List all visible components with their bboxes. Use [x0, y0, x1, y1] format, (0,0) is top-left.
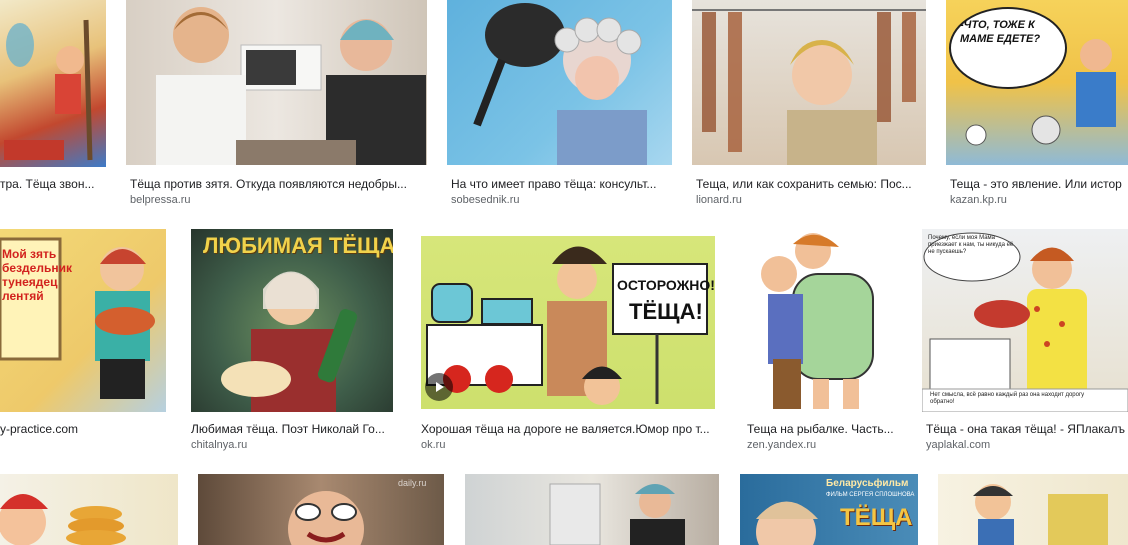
- result-card[interactable]: [0, 474, 178, 545]
- result-source[interactable]: y-practice.com: [0, 422, 166, 436]
- easel-text: Мой зять бездельник тунеядец лентяй: [2, 247, 72, 303]
- result-source[interactable]: belpressa.ru: [130, 194, 427, 207]
- result-card[interactable]: [465, 474, 719, 545]
- result-card[interactable]: На что имеет право тёща: консульт... sob…: [447, 0, 672, 210]
- studio-name: Беларусьфильм: [826, 478, 909, 489]
- image-results-grid: тра. Тёща звон... Тёща против зятя. Отку…: [0, 0, 1128, 545]
- warning-sign-line2: ТЁЩА!: [629, 299, 703, 324]
- result-thumbnail[interactable]: daily.ru: [198, 474, 444, 545]
- cartoon-bottom-text: Нет смысла, всё равно каждый раз она нах…: [930, 392, 1085, 405]
- result-thumbnail[interactable]: [743, 229, 897, 412]
- film-title: ТЁЩА: [840, 504, 913, 531]
- result-card[interactable]: -ЧТО, ТОЖЕ К МАМЕ ЕДЕТЕ? Теща - это явле…: [946, 0, 1128, 210]
- result-caption[interactable]: Хорошая тёща на дороге не валяется.Юмор …: [421, 422, 719, 436]
- result-source[interactable]: ok.ru: [421, 439, 719, 452]
- result-caption[interactable]: Теща - это явление. Или истор: [950, 177, 1128, 191]
- film-credit: ФИЛЬМ СЕРГЕЯ СПЛОШНОВА: [826, 492, 915, 498]
- result-source[interactable]: lionard.ru: [696, 194, 926, 207]
- result-card[interactable]: тра. Тёща звон...: [0, 0, 106, 210]
- result-thumbnail[interactable]: [126, 0, 427, 165]
- result-thumbnail[interactable]: [692, 0, 926, 165]
- result-card[interactable]: Теща на рыбалке. Часть... zen.yandex.ru: [743, 229, 897, 455]
- result-caption[interactable]: Теща на рыбалке. Часть...: [747, 422, 897, 436]
- result-thumbnail[interactable]: [447, 0, 672, 165]
- result-source[interactable]: sobesednik.ru: [451, 194, 672, 207]
- result-thumbnail[interactable]: Почему, если моя Мама приезжает к нам, т…: [922, 229, 1128, 412]
- result-thumbnail[interactable]: [938, 474, 1128, 545]
- result-thumbnail[interactable]: [0, 474, 178, 545]
- play-icon[interactable]: [425, 373, 453, 401]
- result-thumbnail[interactable]: Мой зять бездельник тунеядец лентяй: [0, 229, 166, 412]
- result-caption[interactable]: тра. Тёща звон...: [0, 177, 106, 191]
- image-title-text: ЛЮБИМАЯ ТЁЩА: [203, 233, 393, 258]
- result-source[interactable]: kazan.kp.ru: [950, 194, 1128, 207]
- result-card[interactable]: Беларусьфильм ФИЛЬМ СЕРГЕЯ СПЛОШНОВА ТЁЩ…: [740, 474, 918, 545]
- result-card[interactable]: ОСТОРОЖНО! ТЁЩА! Хорошая тёща на дороге …: [417, 229, 719, 455]
- result-card[interactable]: [938, 474, 1128, 545]
- result-caption[interactable]: На что имеет право тёща: консульт...: [451, 177, 672, 191]
- result-thumbnail[interactable]: -ЧТО, ТОЖЕ К МАМЕ ЕДЕТЕ?: [946, 0, 1128, 165]
- result-caption[interactable]: Тёща - она такая тёща! - ЯПлакалъ: [926, 422, 1128, 436]
- result-card[interactable]: Теща, или как сохранить семью: Пос... li…: [692, 0, 926, 210]
- result-card[interactable]: ЛЮБИМАЯ ТЁЩА Любимая тёща. Поэт Николай …: [191, 229, 393, 451]
- result-thumbnail[interactable]: [465, 474, 719, 545]
- speech-bubble-text: -ЧТО, ТОЖЕ К МАМЕ ЕДЕТЕ?: [960, 19, 1041, 45]
- result-card[interactable]: Тёща против зятя. Откуда появляются недо…: [126, 0, 427, 210]
- cartoon-top-text: Почему, если моя Мама приезжает к нам, т…: [928, 235, 1014, 255]
- result-thumbnail[interactable]: ОСТОРОЖНО! ТЁЩА!: [417, 229, 719, 409]
- result-thumbnail[interactable]: [0, 0, 106, 167]
- result-card[interactable]: daily.ru: [198, 474, 444, 545]
- result-caption[interactable]: Теща, или как сохранить семью: Пос...: [696, 177, 926, 191]
- watermark-text: daily.ru: [398, 478, 427, 488]
- result-caption[interactable]: Любимая тёща. Поэт Николай Го...: [191, 422, 393, 436]
- warning-sign-line1: ОСТОРОЖНО!: [617, 277, 715, 293]
- result-source[interactable]: chitalnya.ru: [191, 439, 393, 452]
- result-card[interactable]: Почему, если моя Мама приезжает к нам, т…: [922, 229, 1128, 455]
- result-thumbnail[interactable]: ЛЮБИМАЯ ТЁЩА: [191, 229, 393, 412]
- result-caption[interactable]: Тёща против зятя. Откуда появляются недо…: [130, 177, 427, 191]
- result-source[interactable]: zen.yandex.ru: [747, 439, 897, 452]
- result-thumbnail[interactable]: Беларусьфильм ФИЛЬМ СЕРГЕЯ СПЛОШНОВА ТЁЩ…: [740, 474, 918, 545]
- result-source[interactable]: yaplakal.com: [926, 439, 1128, 452]
- result-card[interactable]: Мой зять бездельник тунеядец лентяй y-pr…: [0, 229, 166, 439]
